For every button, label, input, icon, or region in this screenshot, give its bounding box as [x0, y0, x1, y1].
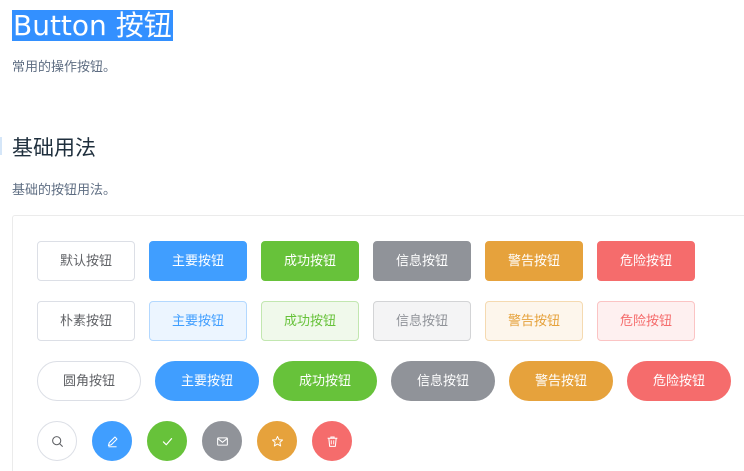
star-icon [271, 435, 283, 446]
plain-warning-button[interactable]: 警告按钮 [485, 301, 583, 341]
round-button-row: 圆角按钮 主要按钮 成功按钮 信息按钮 警告按钮 危险按钮 [37, 361, 731, 401]
info-button[interactable]: 信息按钮 [373, 241, 471, 281]
danger-button[interactable]: 危险按钮 [597, 241, 695, 281]
edit-icon [107, 436, 117, 447]
primary-button[interactable]: 主要按钮 [149, 241, 247, 281]
round-default-button[interactable]: 圆角按钮 [37, 361, 141, 401]
section-title: 基础用法 [12, 136, 96, 160]
plain-info-button[interactable]: 信息按钮 [373, 301, 471, 341]
circle-check-button[interactable] [147, 421, 187, 461]
round-primary-button[interactable]: 主要按钮 [155, 361, 259, 401]
default-button[interactable]: 默认按钮 [37, 241, 135, 281]
page-description: 常用的操作按钮。 [12, 60, 117, 75]
circle-delete-button[interactable] [312, 421, 352, 461]
circle-search-button[interactable] [37, 421, 77, 461]
message-icon [216, 436, 228, 446]
plain-danger-button[interactable]: 危险按钮 [597, 301, 695, 341]
round-info-button[interactable]: 信息按钮 [391, 361, 495, 401]
delete-icon [327, 436, 337, 447]
default-button-row: 默认按钮 主要按钮 成功按钮 信息按钮 警告按钮 危险按钮 [37, 241, 709, 281]
circle-edit-button[interactable] [92, 421, 132, 461]
plain-success-button[interactable]: 成功按钮 [261, 301, 359, 341]
circle-button-row [37, 421, 367, 461]
circle-message-button[interactable] [202, 421, 242, 461]
success-button[interactable]: 成功按钮 [261, 241, 359, 281]
plain-default-button[interactable]: 朴素按钮 [37, 301, 135, 341]
warning-button[interactable]: 警告按钮 [485, 241, 583, 281]
plain-primary-button[interactable]: 主要按钮 [149, 301, 247, 341]
page-title: Button 按钮 [12, 9, 173, 42]
round-success-button[interactable]: 成功按钮 [273, 361, 377, 401]
round-warning-button[interactable]: 警告按钮 [509, 361, 613, 401]
search-icon [51, 435, 63, 447]
circle-star-button[interactable] [257, 421, 297, 461]
anchor-mark[interactable] [0, 137, 4, 155]
round-danger-button[interactable]: 危险按钮 [627, 361, 731, 401]
section-description: 基础的按钮用法。 [12, 183, 117, 198]
check-icon [162, 437, 172, 445]
plain-button-row: 朴素按钮 主要按钮 成功按钮 信息按钮 警告按钮 危险按钮 [37, 301, 709, 341]
